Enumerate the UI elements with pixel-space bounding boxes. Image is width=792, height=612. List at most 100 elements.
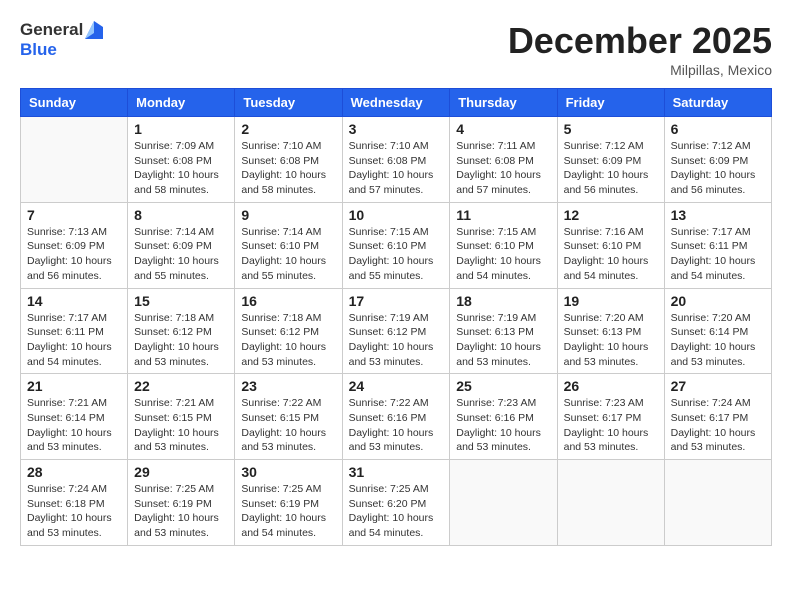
logo-general: General [20, 20, 83, 40]
calendar-cell: 16 Sunrise: 7:18 AM Sunset: 6:12 PM Dayli… [235, 288, 342, 374]
calendar-cell: 3 Sunrise: 7:10 AM Sunset: 6:08 PM Daylig… [342, 117, 450, 203]
day-number: 5 [564, 121, 658, 137]
calendar-cell: 19 Sunrise: 7:20 AM Sunset: 6:13 PM Dayli… [557, 288, 664, 374]
day-info: Sunrise: 7:24 AM Sunset: 6:17 PM Dayligh… [671, 396, 765, 455]
day-info: Sunrise: 7:18 AM Sunset: 6:12 PM Dayligh… [134, 311, 228, 370]
day-info: Sunrise: 7:18 AM Sunset: 6:12 PM Dayligh… [241, 311, 335, 370]
day-number: 1 [134, 121, 228, 137]
calendar-cell: 4 Sunrise: 7:11 AM Sunset: 6:08 PM Daylig… [450, 117, 557, 203]
calendar-cell: 25Sunrise: 7:23 AM Sunset: 6:16 PM Dayli… [450, 374, 557, 460]
calendar-cell: 12 Sunrise: 7:16 AM Sunset: 6:10 PM Dayli… [557, 202, 664, 288]
day-info: Sunrise: 7:10 AM Sunset: 6:08 PM Dayligh… [349, 139, 444, 198]
day-number: 20 [671, 293, 765, 309]
calendar-cell: 20 Sunrise: 7:20 AM Sunset: 6:14 PM Dayli… [664, 288, 771, 374]
day-number: 12 [564, 207, 658, 223]
day-number: 22 [134, 378, 228, 394]
calendar-cell: 14 Sunrise: 7:17 AM Sunset: 6:11 PM Dayli… [21, 288, 128, 374]
day-number: 10 [349, 207, 444, 223]
month-title: December 2025 [508, 20, 772, 62]
calendar-cell: 27 Sunrise: 7:24 AM Sunset: 6:17 PM Dayli… [664, 374, 771, 460]
calendar-cell: 29Sunrise: 7:25 AM Sunset: 6:19 PM Dayli… [128, 460, 235, 546]
day-number: 30 [241, 464, 335, 480]
day-number: 16 [241, 293, 335, 309]
weekday-header-tuesday: Tuesday [235, 89, 342, 117]
day-number: 28 [27, 464, 121, 480]
day-info: Sunrise: 7:14 AM Sunset: 6:09 PM Dayligh… [134, 225, 228, 284]
calendar-cell: 24 Sunrise: 7:22 AM Sunset: 6:16 PM Dayli… [342, 374, 450, 460]
day-number: 24 [349, 378, 444, 394]
day-info: Sunrise: 7:14 AM Sunset: 6:10 PM Dayligh… [241, 225, 335, 284]
calendar-cell: 8 Sunrise: 7:14 AM Sunset: 6:09 PM Daylig… [128, 202, 235, 288]
day-number: 2 [241, 121, 335, 137]
day-info: Sunrise: 7:15 AM Sunset: 6:10 PM Dayligh… [456, 225, 550, 284]
day-info: Sunrise: 7:22 AM Sunset: 6:16 PM Dayligh… [349, 396, 444, 455]
calendar-cell: 21 Sunrise: 7:21 AM Sunset: 6:14 PM Dayli… [21, 374, 128, 460]
day-info: Sunrise: 7:23 AM Sunset: 6:16 PM Dayligh… [456, 396, 550, 455]
day-info: Sunrise: 7:12 AM Sunset: 6:09 PM Dayligh… [671, 139, 765, 198]
calendar-week-row: 7 Sunrise: 7:13 AM Sunset: 6:09 PM Daylig… [21, 202, 772, 288]
day-number: 6 [671, 121, 765, 137]
day-number: 8 [134, 207, 228, 223]
weekday-header-row: SundayMondayTuesdayWednesdayThursdayFrid… [21, 89, 772, 117]
day-info: Sunrise: 7:22 AM Sunset: 6:15 PM Dayligh… [241, 396, 335, 455]
day-number: 17 [349, 293, 444, 309]
calendar-table: SundayMondayTuesdayWednesdayThursdayFrid… [20, 88, 772, 546]
title-section: December 2025 Milpillas, Mexico [508, 20, 772, 78]
weekday-header-monday: Monday [128, 89, 235, 117]
calendar-cell: 13Sunrise: 7:17 AM Sunset: 6:11 PM Dayli… [664, 202, 771, 288]
day-info: Sunrise: 7:20 AM Sunset: 6:14 PM Dayligh… [671, 311, 765, 370]
logo-blue: Blue [20, 40, 103, 60]
day-number: 27 [671, 378, 765, 394]
day-info: Sunrise: 7:25 AM Sunset: 6:20 PM Dayligh… [349, 482, 444, 541]
day-number: 26 [564, 378, 658, 394]
day-info: Sunrise: 7:24 AM Sunset: 6:18 PM Dayligh… [27, 482, 121, 541]
day-number: 18 [456, 293, 550, 309]
calendar-cell: 1 Sunrise: 7:09 AM Sunset: 6:08 PM Daylig… [128, 117, 235, 203]
day-number: 7 [27, 207, 121, 223]
day-number: 3 [349, 121, 444, 137]
weekday-header-friday: Friday [557, 89, 664, 117]
calendar-cell [21, 117, 128, 203]
calendar-cell: 10Sunrise: 7:15 AM Sunset: 6:10 PM Dayli… [342, 202, 450, 288]
logo: General Blue [20, 20, 103, 60]
calendar-cell: 18 Sunrise: 7:19 AM Sunset: 6:13 PM Dayli… [450, 288, 557, 374]
day-info: Sunrise: 7:19 AM Sunset: 6:12 PM Dayligh… [349, 311, 444, 370]
weekday-header-wednesday: Wednesday [342, 89, 450, 117]
calendar-week-row: 28 Sunrise: 7:24 AM Sunset: 6:18 PM Dayli… [21, 460, 772, 546]
day-info: Sunrise: 7:25 AM Sunset: 6:19 PM Dayligh… [241, 482, 335, 541]
calendar-cell: 26 Sunrise: 7:23 AM Sunset: 6:17 PM Dayli… [557, 374, 664, 460]
day-info: Sunrise: 7:16 AM Sunset: 6:10 PM Dayligh… [564, 225, 658, 284]
calendar-cell: 28 Sunrise: 7:24 AM Sunset: 6:18 PM Dayli… [21, 460, 128, 546]
calendar-week-row: 14 Sunrise: 7:17 AM Sunset: 6:11 PM Dayli… [21, 288, 772, 374]
day-info: Sunrise: 7:23 AM Sunset: 6:17 PM Dayligh… [564, 396, 658, 455]
calendar-cell [557, 460, 664, 546]
day-number: 15 [134, 293, 228, 309]
day-info: Sunrise: 7:12 AM Sunset: 6:09 PM Dayligh… [564, 139, 658, 198]
day-info: Sunrise: 7:17 AM Sunset: 6:11 PM Dayligh… [27, 311, 121, 370]
calendar-cell: 11Sunrise: 7:15 AM Sunset: 6:10 PM Dayli… [450, 202, 557, 288]
day-number: 29 [134, 464, 228, 480]
day-number: 14 [27, 293, 121, 309]
day-number: 21 [27, 378, 121, 394]
calendar-cell [450, 460, 557, 546]
page-header: General Blue December 2025 Milpillas, Me… [20, 20, 772, 78]
day-info: Sunrise: 7:13 AM Sunset: 6:09 PM Dayligh… [27, 225, 121, 284]
calendar-cell: 23Sunrise: 7:22 AM Sunset: 6:15 PM Dayli… [235, 374, 342, 460]
calendar-cell [664, 460, 771, 546]
calendar-cell: 15 Sunrise: 7:18 AM Sunset: 6:12 PM Dayli… [128, 288, 235, 374]
day-info: Sunrise: 7:19 AM Sunset: 6:13 PM Dayligh… [456, 311, 550, 370]
calendar-cell: 17 Sunrise: 7:19 AM Sunset: 6:12 PM Dayli… [342, 288, 450, 374]
calendar-cell: 6 Sunrise: 7:12 AM Sunset: 6:09 PM Daylig… [664, 117, 771, 203]
day-info: Sunrise: 7:10 AM Sunset: 6:08 PM Dayligh… [241, 139, 335, 198]
day-info: Sunrise: 7:20 AM Sunset: 6:13 PM Dayligh… [564, 311, 658, 370]
day-number: 13 [671, 207, 765, 223]
location: Milpillas, Mexico [508, 62, 772, 78]
day-info: Sunrise: 7:11 AM Sunset: 6:08 PM Dayligh… [456, 139, 550, 198]
day-info: Sunrise: 7:21 AM Sunset: 6:14 PM Dayligh… [27, 396, 121, 455]
calendar-cell: 30 Sunrise: 7:25 AM Sunset: 6:19 PM Dayli… [235, 460, 342, 546]
day-number: 4 [456, 121, 550, 137]
day-number: 19 [564, 293, 658, 309]
day-info: Sunrise: 7:09 AM Sunset: 6:08 PM Dayligh… [134, 139, 228, 198]
calendar-cell: 2 Sunrise: 7:10 AM Sunset: 6:08 PM Daylig… [235, 117, 342, 203]
weekday-header-saturday: Saturday [664, 89, 771, 117]
